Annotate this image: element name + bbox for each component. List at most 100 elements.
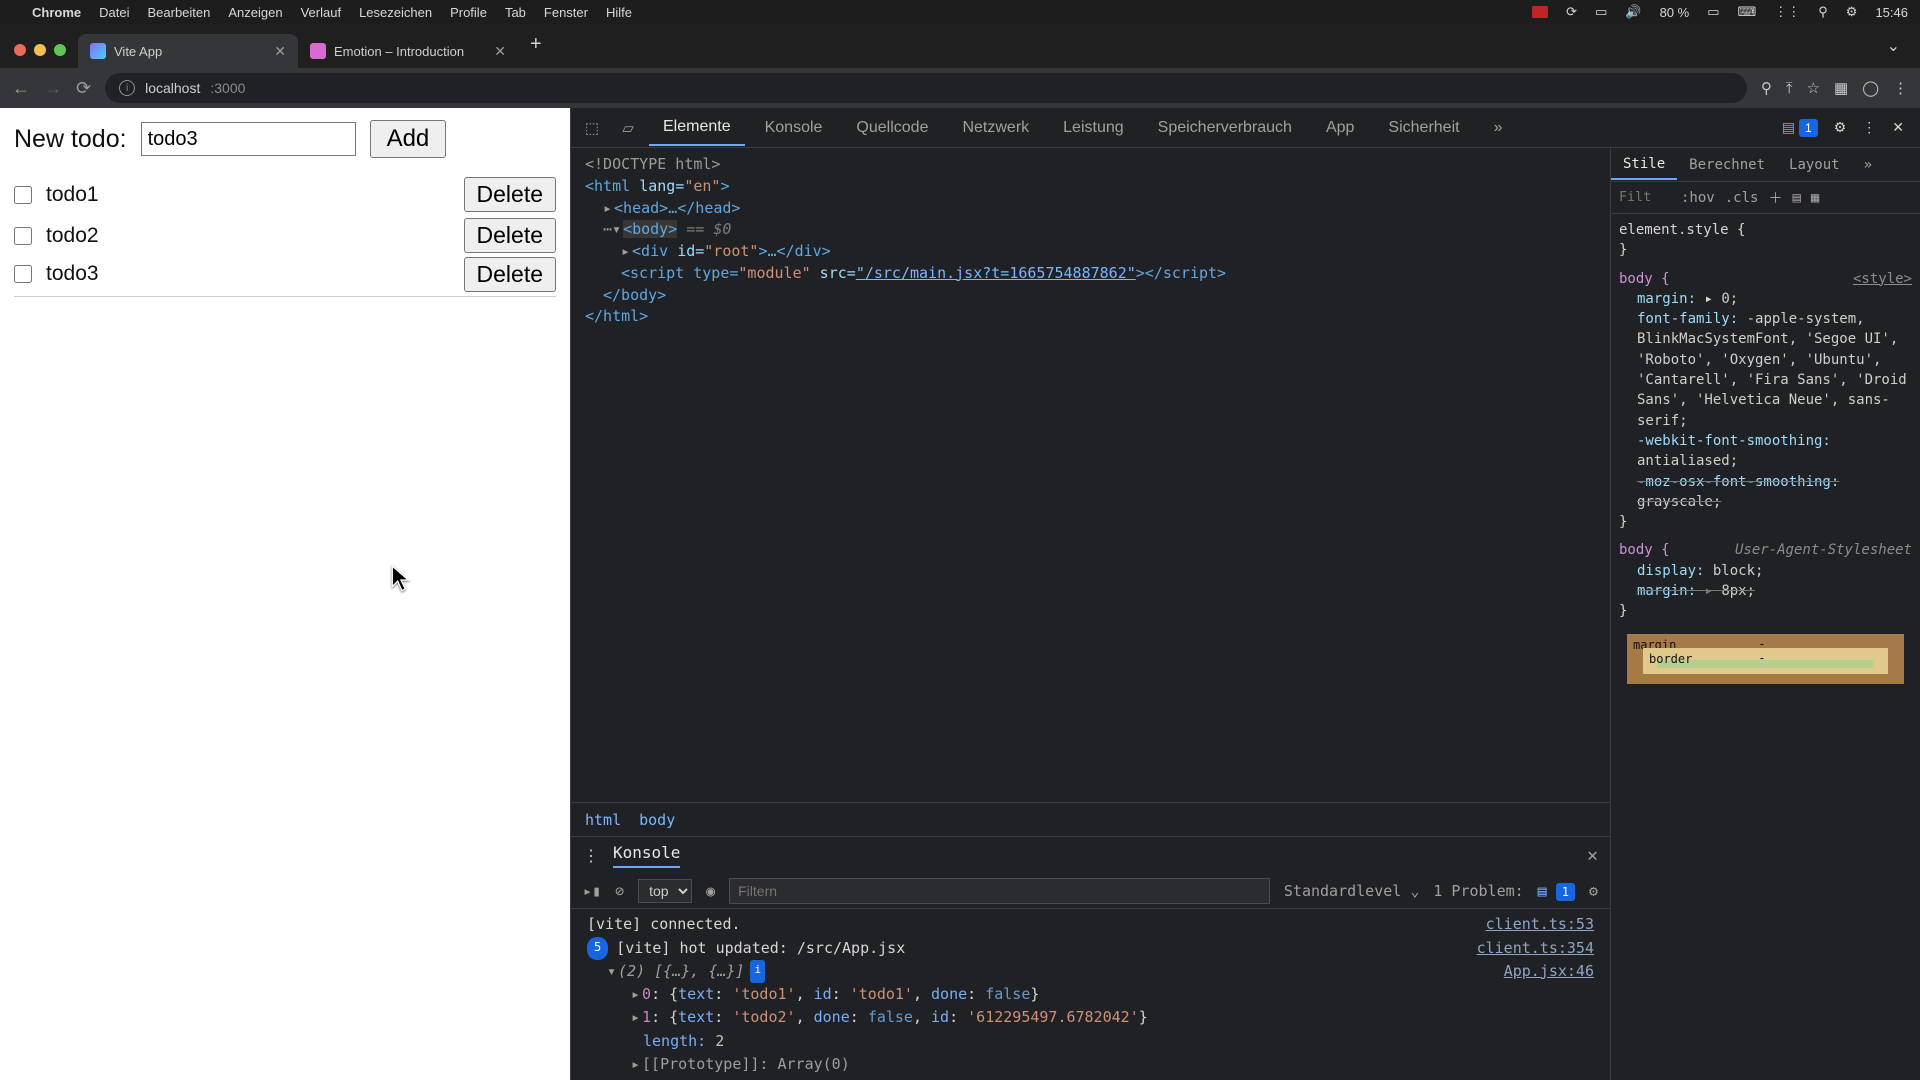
- menu-fenster[interactable]: Fenster: [544, 5, 588, 20]
- inspect-icon[interactable]: ⬚: [577, 113, 607, 143]
- tab-vite-app[interactable]: Vite App ✕: [78, 34, 298, 68]
- forward-button[interactable]: →: [44, 78, 62, 99]
- new-todo-input[interactable]: [141, 122, 356, 156]
- menu-hilfe[interactable]: Hilfe: [606, 5, 632, 20]
- devtools-tab-application[interactable]: App: [1312, 111, 1368, 145]
- window-close-icon[interactable]: [14, 44, 26, 56]
- devtools-tab-more-icon[interactable]: »: [1480, 111, 1517, 145]
- keyboard-icon[interactable]: ⌨︎: [1738, 4, 1757, 20]
- menu-verlauf[interactable]: Verlauf: [301, 5, 341, 20]
- styles-filter-input[interactable]: [1619, 190, 1671, 205]
- styles-tab-layout[interactable]: Layout: [1777, 151, 1852, 179]
- devtools-tab-sources[interactable]: Quellcode: [842, 111, 942, 145]
- drawer-tab-console[interactable]: Konsole: [613, 843, 680, 868]
- breadcrumb-html[interactable]: html: [585, 811, 621, 829]
- breadcrumb-body[interactable]: body: [639, 811, 675, 829]
- delete-button[interactable]: Delete: [464, 218, 556, 253]
- menu-bearbeiten[interactable]: Bearbeiten: [147, 5, 210, 20]
- todo-checkbox[interactable]: [14, 265, 32, 283]
- tab-emotion[interactable]: Emotion – Introduction ✕: [298, 34, 518, 68]
- cls-toggle[interactable]: .cls: [1725, 190, 1759, 206]
- menu-datei[interactable]: Datei: [99, 5, 129, 20]
- styles-tab-berechnet[interactable]: Berechnet: [1677, 151, 1777, 179]
- expand-icon[interactable]: ▸: [621, 241, 630, 263]
- tab-close-icon[interactable]: ✕: [494, 43, 506, 60]
- style-rules[interactable]: element.style { } body {<style> margin: …: [1611, 214, 1920, 1080]
- menu-lesezeichen[interactable]: Lesezeichen: [359, 5, 432, 20]
- window-min-icon[interactable]: [34, 44, 46, 56]
- profile-icon[interactable]: ◯: [1862, 79, 1879, 97]
- new-tab-button[interactable]: +: [518, 27, 554, 68]
- address-bar[interactable]: i localhost:3000: [105, 73, 1747, 103]
- display-icon[interactable]: ▭: [1595, 4, 1607, 20]
- print-media-icon[interactable]: ▤: [1792, 190, 1800, 206]
- devtools-settings-icon[interactable]: ⚙: [1834, 119, 1847, 136]
- devtools-tab-console[interactable]: Konsole: [751, 111, 837, 145]
- box-model[interactable]: margin- border-: [1627, 634, 1904, 684]
- expand-icon[interactable]: ▸: [631, 1053, 640, 1076]
- install-icon[interactable]: ⤒: [1786, 80, 1793, 97]
- devtools-tab-elements[interactable]: Elemente: [649, 110, 745, 146]
- spotlight-icon[interactable]: ⚲: [1818, 4, 1828, 20]
- console-clear-icon[interactable]: ⊘: [615, 882, 624, 900]
- computed-toggle-icon[interactable]: ▦: [1811, 190, 1819, 206]
- expand-icon[interactable]: ▸: [631, 1006, 640, 1029]
- log-level-select[interactable]: Standardlevel ⌄: [1284, 882, 1419, 900]
- console-settings-icon[interactable]: ⚙: [1589, 882, 1598, 900]
- expand-icon[interactable]: ▸: [603, 198, 612, 220]
- battery-percent[interactable]: 80 %: [1660, 5, 1690, 20]
- device-toggle-icon[interactable]: ▱: [613, 113, 643, 143]
- new-style-rule-icon[interactable]: ＋: [1768, 188, 1782, 208]
- reload-button[interactable]: ⟳: [76, 78, 91, 99]
- volume-icon[interactable]: 🔊: [1625, 4, 1641, 20]
- dom-tree[interactable]: <!DOCTYPE html> <html lang="en"> ▸<head>…: [571, 148, 1610, 802]
- expand-icon[interactable]: ▸: [631, 983, 640, 1006]
- console-output[interactable]: [vite] connected.client.ts:53 5[vite] ho…: [571, 909, 1610, 1080]
- devtools-tab-memory[interactable]: Speicherverbrauch: [1144, 111, 1306, 145]
- hov-toggle[interactable]: :hov: [1681, 190, 1715, 206]
- devtools-menu-icon[interactable]: ⋮: [1862, 119, 1876, 136]
- drawer-close-icon[interactable]: ✕: [1587, 845, 1598, 866]
- delete-button[interactable]: Delete: [464, 177, 556, 212]
- add-button[interactable]: Add: [370, 120, 447, 158]
- menu-profile[interactable]: Profile: [450, 5, 487, 20]
- devtools-tab-network[interactable]: Netzwerk: [948, 111, 1043, 145]
- extensions-icon[interactable]: ▦: [1834, 79, 1848, 97]
- sync-icon[interactable]: ⟳: [1566, 4, 1577, 20]
- clock[interactable]: 15:46: [1875, 5, 1908, 20]
- menu-anzeigen[interactable]: Anzeigen: [228, 5, 282, 20]
- site-info-icon[interactable]: i: [119, 80, 135, 96]
- tab-overflow-icon[interactable]: ⌄: [1875, 30, 1912, 68]
- styles-tab-stile[interactable]: Stile: [1611, 150, 1677, 180]
- menubar-app[interactable]: Chrome: [32, 5, 81, 20]
- window-max-icon[interactable]: [54, 44, 66, 56]
- tab-close-icon[interactable]: ✕: [274, 43, 286, 60]
- drawer-menu-icon[interactable]: ⋮: [583, 846, 599, 865]
- devtools-tab-performance[interactable]: Leistung: [1049, 111, 1138, 145]
- todo-checkbox[interactable]: [14, 227, 32, 245]
- battery-icon[interactable]: ▭: [1707, 4, 1719, 20]
- delete-button[interactable]: Delete: [464, 257, 556, 292]
- devtools-close-icon[interactable]: ✕: [1892, 119, 1904, 136]
- chrome-menu-icon[interactable]: ⋮: [1893, 79, 1908, 97]
- live-expression-icon[interactable]: ◉: [706, 882, 715, 900]
- console-filter-input[interactable]: [729, 878, 1270, 904]
- dom-body-selected: ⋯▾<body> == $0: [585, 219, 1596, 241]
- wifi-icon[interactable]: ⋮⋮: [1774, 4, 1800, 20]
- expand-icon[interactable]: ▾: [607, 960, 616, 983]
- menu-tab[interactable]: Tab: [505, 5, 526, 20]
- issues-badge[interactable]: ▤ 1: [1782, 119, 1818, 136]
- devtools-tab-security[interactable]: Sicherheit: [1374, 111, 1473, 145]
- bookmark-star-icon[interactable]: ☆: [1807, 79, 1820, 97]
- back-button[interactable]: ←: [12, 78, 30, 99]
- console-sidebar-icon[interactable]: ▸▮: [583, 882, 601, 900]
- todo-row: todo3 Delete: [14, 256, 556, 297]
- problems-count[interactable]: 1: [1556, 883, 1575, 901]
- expand-icon[interactable]: ▾: [612, 219, 621, 241]
- styles-tab-more-icon[interactable]: »: [1852, 151, 1884, 179]
- screen-record-icon[interactable]: [1532, 6, 1548, 18]
- todo-checkbox[interactable]: [14, 186, 32, 204]
- zoom-icon[interactable]: ⚲: [1761, 79, 1772, 97]
- console-context-select[interactable]: top: [638, 879, 692, 903]
- control-center-icon[interactable]: ⚙︎: [1846, 4, 1858, 20]
